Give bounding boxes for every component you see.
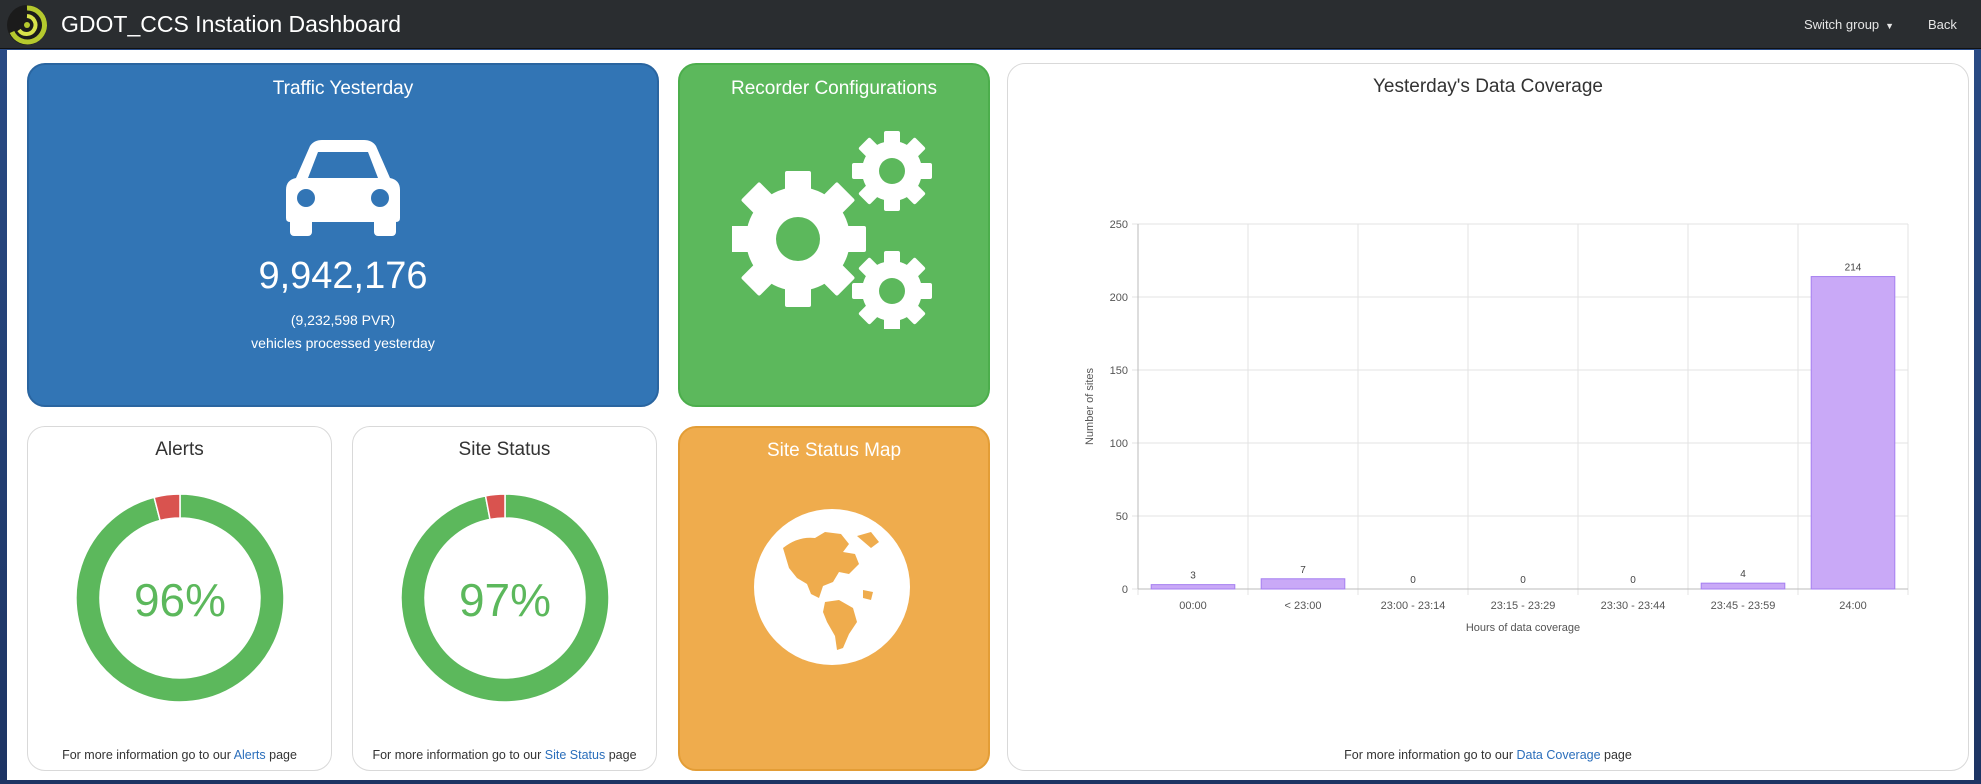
recorder-title: Recorder Configurations [731, 78, 937, 99]
x-tick-label: 23:00 - 23:14 [1381, 600, 1446, 612]
gears-icon [732, 131, 932, 329]
y-tick-label: 100 [1110, 438, 1128, 450]
bar [1150, 584, 1236, 590]
map-title: Site Status Map [766, 440, 902, 461]
bar [1810, 276, 1896, 590]
traffic-caption: vehicles processed yesterday [251, 335, 435, 351]
footer-suffix: page [608, 748, 637, 762]
coverage-title: Yesterday's Data Coverage [1372, 76, 1603, 97]
site-status-footer: For more information go to our Site Stat… [353, 748, 656, 762]
bar-value-label: 3 [1190, 571, 1196, 582]
alerts-tile: Alerts 96% For more information go to ou… [27, 426, 332, 771]
bar-value-label: 0 [1410, 575, 1416, 586]
site-status-page-link[interactable]: Site Status [545, 748, 605, 762]
footer-prefix: For more information go to our [62, 748, 231, 762]
bar-value-label: 0 [1520, 575, 1526, 586]
site-status-tile: Site Status 97% For more information go … [352, 426, 657, 771]
switch-group-dropdown[interactable]: Switch group ▼ [1804, 17, 1894, 32]
switch-group-label: Switch group [1804, 17, 1880, 32]
bar [1700, 582, 1786, 590]
x-tick-label: 23:30 - 23:44 [1601, 600, 1666, 612]
dashboard-content: Traffic Yesterday 9,942,176 (9,232,598 P… [7, 50, 1974, 780]
alerts-footer: For more information go to our Alerts pa… [28, 748, 331, 762]
x-tick-label: 23:45 - 23:59 [1711, 600, 1776, 612]
footer-prefix: For more information go to our [1344, 748, 1513, 762]
recorder-configurations-tile[interactable]: Recorder Configurations [678, 63, 990, 407]
small-gear-top-icon [852, 131, 932, 211]
large-gear-icon [732, 171, 866, 307]
bar [1260, 578, 1346, 590]
small-gear-bottom-icon [852, 251, 932, 329]
x-tick-label: < 23:00 [1284, 600, 1321, 612]
logo-icon[interactable] [6, 4, 48, 46]
site-status-map-tile[interactable]: Site Status Map [678, 426, 990, 771]
site-status-percent: 97% [458, 574, 552, 626]
footer-suffix: page [1604, 748, 1632, 762]
y-tick-label: 150 [1110, 365, 1128, 377]
traffic-yesterday-tile[interactable]: Traffic Yesterday 9,942,176 (9,232,598 P… [27, 63, 659, 407]
x-tick-label: 23:15 - 23:29 [1491, 600, 1556, 612]
bar-value-label: 0 [1630, 575, 1636, 586]
back-link[interactable]: Back [1928, 17, 1957, 32]
y-tick-label: 250 [1110, 219, 1128, 231]
alerts-page-link[interactable]: Alerts [234, 748, 266, 762]
traffic-title: Traffic Yesterday [272, 78, 414, 99]
caret-down-icon: ▼ [1885, 20, 1895, 31]
footer-suffix: page [269, 748, 297, 762]
data-coverage-page-link[interactable]: Data Coverage [1516, 748, 1600, 762]
navbar: GDOT_CCS Instation Dashboard Switch grou… [0, 0, 1981, 48]
x-tick-label: 00:00 [1179, 600, 1207, 612]
car-icon [286, 140, 400, 236]
app-title: GDOT_CCS Instation Dashboard [61, 11, 402, 37]
data-coverage-tile: Yesterday's Data Coverage 0 50 100 150 200 25… [1007, 63, 1969, 771]
traffic-pvr: (9,232,598 PVR) [290, 312, 396, 328]
data-coverage-bar-chart: 0 50 100 150 200 250 3 00:00 7 < 23:00 0 23:00 - 23… [1084, 219, 1909, 634]
alerts-percent: 96% [133, 574, 227, 626]
y-tick-label: 200 [1110, 292, 1128, 304]
alerts-title: Alerts [155, 439, 204, 460]
traffic-count: 9,942,176 [258, 255, 428, 297]
app-window: GDOT_CCS Instation Dashboard Switch grou… [0, 0, 1981, 784]
x-tick-label: 24:00 [1839, 600, 1867, 612]
footer-prefix: For more information go to our [372, 748, 542, 762]
bar-value-label: 7 [1300, 565, 1306, 576]
x-axis-title: Hours of data coverage [1466, 622, 1580, 634]
y-tick-label: 0 [1122, 584, 1128, 596]
bar-value-label: 214 [1845, 263, 1862, 274]
coverage-footer: For more information go to our Data Cove… [1008, 748, 1968, 762]
y-tick-label: 50 [1116, 511, 1128, 523]
bar-value-label: 4 [1740, 569, 1746, 580]
globe-icon [754, 509, 910, 665]
site-status-title: Site Status [458, 439, 551, 460]
y-axis-title: Number of sites [1084, 367, 1096, 445]
